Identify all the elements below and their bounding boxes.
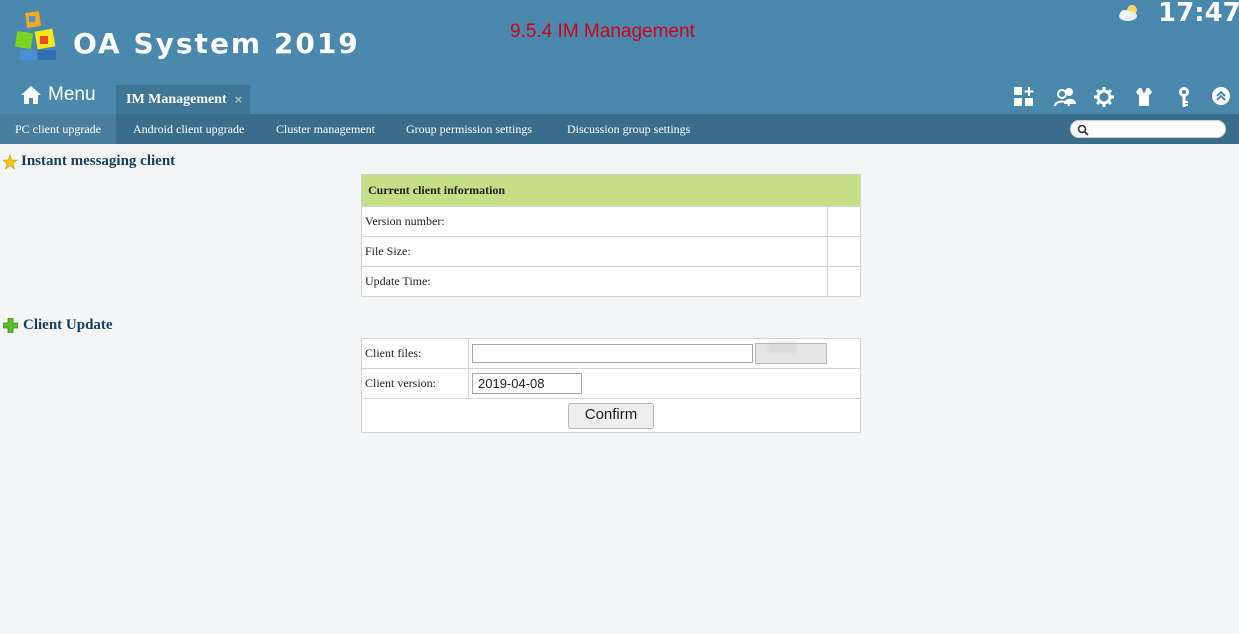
- section-title-text: Client Update: [23, 317, 113, 333]
- menu-button[interactable]: Menu: [20, 82, 96, 108]
- section-instant-messaging-client: Instant messaging client: [2, 153, 175, 170]
- apps-add-icon[interactable]: [1013, 86, 1035, 108]
- tab-close-icon[interactable]: ×: [234, 93, 243, 106]
- tab-im-management[interactable]: IM Management ×: [116, 85, 250, 114]
- table-row: Client version: 2019-04-08: [361, 368, 861, 399]
- client-version-label: Client version:: [361, 368, 469, 399]
- version-number-value: [827, 206, 861, 237]
- subnav-group-permission-settings[interactable]: Group permission settings: [406, 114, 532, 144]
- version-number-label: Version number:: [361, 206, 828, 237]
- subnav-cluster-management[interactable]: Cluster management: [276, 114, 375, 144]
- app-title: OA System 2019: [73, 27, 360, 60]
- table-row: Update Time:: [361, 266, 861, 297]
- table-row: Client files: ▒▒▒▒: [361, 338, 861, 369]
- users-icon[interactable]: [1053, 86, 1076, 108]
- section-client-update: Client Update: [3, 317, 113, 334]
- page-caption: 9.5.4 IM Management: [510, 21, 695, 42]
- shirt-icon[interactable]: [1133, 86, 1155, 108]
- browse-label-blurred: ▒▒▒▒: [768, 342, 797, 353]
- plus-icon: [3, 318, 18, 333]
- subnav-android-client-upgrade[interactable]: Android client upgrade: [133, 114, 244, 144]
- client-files-label: Client files:: [361, 338, 469, 369]
- client-version-input[interactable]: 2019-04-08: [472, 373, 582, 394]
- search-icon: [1077, 124, 1089, 136]
- home-icon: [21, 86, 41, 104]
- client-files-input[interactable]: [472, 344, 753, 363]
- client-files-cell: ▒▒▒▒: [468, 338, 861, 369]
- client-info-header: Current client information: [361, 174, 861, 207]
- confirm-button[interactable]: Confirm: [568, 402, 654, 429]
- file-size-value: [827, 236, 861, 267]
- search-input[interactable]: [1070, 120, 1226, 138]
- table-row: Version number:: [361, 206, 861, 237]
- file-size-label: File Size:: [361, 236, 828, 267]
- subnav-discussion-group-settings[interactable]: Discussion group settings: [567, 114, 690, 144]
- collapse-up-icon[interactable]: [1211, 86, 1233, 108]
- subnav-pc-client-upgrade[interactable]: PC client upgrade: [0, 114, 116, 144]
- update-time-label: Update Time:: [361, 266, 828, 297]
- app-logo-icon: [14, 11, 56, 60]
- app-header: OA System 2019 9.5.4 IM Management 17:47…: [0, 0, 1239, 114]
- table-row: Confirm: [361, 398, 861, 433]
- gear-icon[interactable]: [1093, 86, 1115, 108]
- update-time-value: [827, 266, 861, 297]
- partly-cloudy-icon: [1119, 5, 1137, 21]
- client-version-cell: 2019-04-08: [468, 368, 861, 399]
- star-icon: [2, 153, 18, 170]
- confirm-cell: Confirm: [361, 398, 861, 433]
- client-info-table: Current client information Version numbe…: [361, 174, 861, 297]
- table-row: File Size:: [361, 236, 861, 267]
- key-icon[interactable]: [1173, 86, 1195, 108]
- tab-label: IM Management: [126, 91, 227, 107]
- browse-button[interactable]: ▒▒▒▒: [755, 342, 827, 364]
- clock: 17:47: [1158, 0, 1239, 28]
- client-update-form: Client files: ▒▒▒▒ Client version: 2019-…: [361, 338, 861, 433]
- menu-label: Menu: [48, 84, 96, 105]
- section-title-text: Instant messaging client: [21, 153, 176, 169]
- sub-navigation: PC client upgrade Android client upgrade…: [0, 114, 1239, 144]
